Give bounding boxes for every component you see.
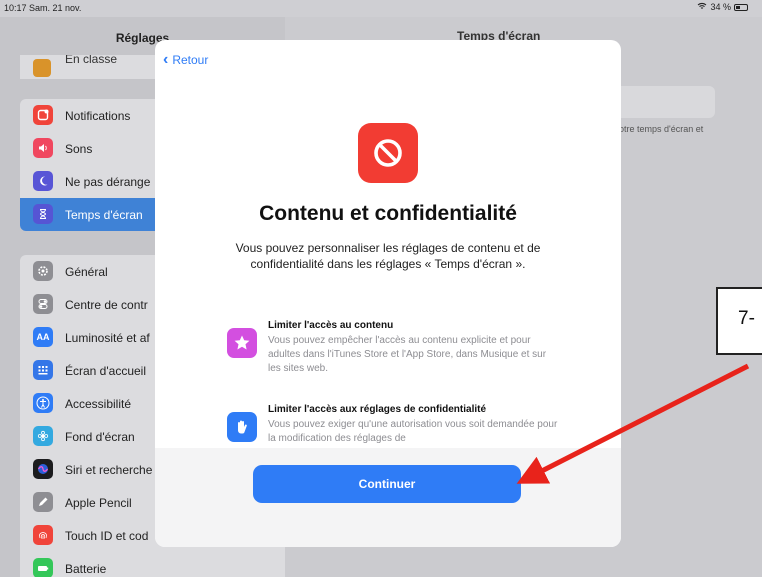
speaker-icon (33, 138, 53, 158)
step-label: 7- (738, 308, 755, 329)
sidebar-item-label: En classe (65, 55, 118, 66)
feature-title: Limiter l'accès au contenu (268, 320, 394, 331)
sidebar-item-battery[interactable]: Batterie (20, 552, 285, 577)
gear-icon (33, 261, 53, 281)
content-privacy-sheet: ‹ Retour Contenu et confidentialité Vous… (155, 40, 621, 547)
status-bar: 10:17 Sam. 21 nov. 34 % (0, 0, 762, 17)
feature-description: Vous pouvez empêcher l'accès au contenu … (268, 335, 547, 374)
restricted-icon (358, 123, 418, 183)
flower-icon (33, 426, 53, 446)
siri-icon (33, 459, 53, 479)
sidebar-item-label: Sons (65, 141, 93, 156)
sidebar-item-label: Luminosité et af (65, 330, 150, 345)
sidebar-item-label: Notifications (65, 108, 131, 123)
aa-icon: AA (33, 327, 53, 347)
battery-icon (33, 558, 53, 577)
classroom-icon (33, 59, 51, 77)
status-indicators: 34 % (697, 2, 748, 12)
continue-button[interactable]: Continuer (253, 465, 521, 503)
toggles-icon (33, 294, 53, 314)
star-icon (227, 328, 257, 358)
back-button[interactable]: ‹ Retour (163, 51, 209, 68)
sheet-title: Contenu et confidentialité (259, 202, 517, 225)
step-callout-box: 7- (716, 287, 762, 355)
sheet-footer: Continuer (155, 448, 621, 547)
feature-title: Limiter l'accès aux réglages de confiden… (268, 404, 487, 415)
sidebar-item-label: Général (65, 264, 108, 279)
detail-hint-text: otre temps d'écran et (619, 124, 704, 134)
wifi-icon (697, 2, 707, 12)
sheet-description: Vous pouvez personnaliser les réglages d… (235, 241, 541, 271)
sidebar-item-label: Fond d'écran (65, 429, 135, 444)
feature-description: Vous pouvez exiger qu'une autorisation v… (268, 419, 558, 444)
grid-icon (33, 360, 53, 380)
bell-icon (33, 105, 53, 125)
sidebar-item-label: Batterie (65, 561, 107, 576)
sidebar-item-label: Ne pas dérange (65, 174, 151, 189)
sidebar-item-label: Écran d'accueil (65, 363, 146, 378)
sidebar-item-label: Centre de contr (65, 297, 148, 312)
hourglass-icon (33, 204, 53, 224)
moon-icon (33, 171, 53, 191)
sidebar-item-label: Touch ID et cod (65, 528, 149, 543)
hand-icon (227, 412, 257, 442)
chevron-left-icon: ‹ (163, 51, 169, 68)
battery-percent: 34 % (710, 2, 731, 12)
sidebar-item-label: Temps d'écran (65, 207, 143, 222)
sidebar-item-label: Apple Pencil (65, 495, 132, 510)
sidebar-item-label: Accessibilité (65, 396, 132, 411)
status-time: 10:17 Sam. 21 nov. (4, 3, 82, 13)
pencil-icon (33, 492, 53, 512)
battery-status-icon (734, 3, 748, 11)
back-label: Retour (172, 53, 209, 67)
sidebar-item-label: Siri et recherche (65, 462, 153, 477)
detail-card (615, 86, 715, 118)
accessibility-icon (33, 393, 53, 413)
feature-content-restriction: Limiter l'accès au contenu Vous pouvez e… (227, 320, 557, 382)
fingerprint-icon (33, 525, 53, 545)
ipad-screen: Réglages En classe Notifications Sons Ne… (0, 0, 762, 577)
